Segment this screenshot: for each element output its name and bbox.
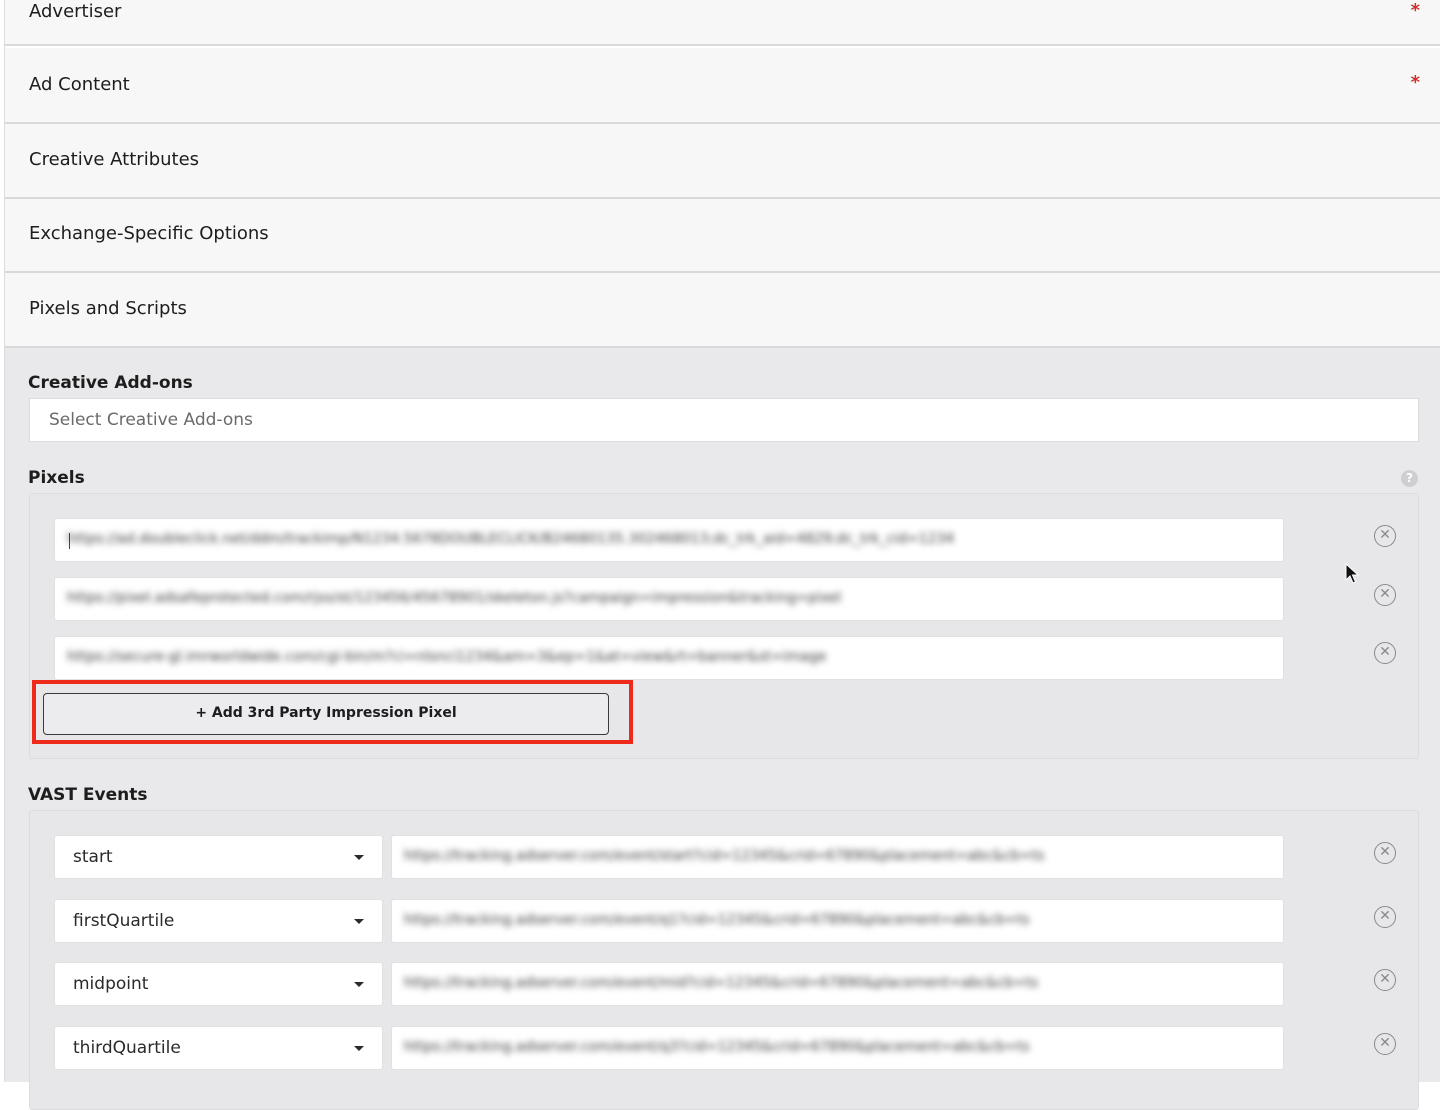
caret-down-icon <box>354 982 364 987</box>
vast-event-value: midpoint <box>73 974 149 994</box>
creative-addons-placeholder: Select Creative Add-ons <box>49 410 253 430</box>
pixel-url-input[interactable]: https://secure-gl.imrworldwide.com/cgi-b… <box>54 636 1284 680</box>
vast-event-select[interactable]: thirdQuartile <box>54 1026 383 1070</box>
accordion-label: Pixels and Scripts <box>29 298 187 319</box>
x-circle-icon[interactable]: ✕ <box>1374 842 1396 864</box>
vast-event-url-value: https://tracking.adserver.com/event/mid?… <box>404 975 1039 991</box>
pixel-url-value: https://pixel.adsafeprotected.com/rjss/s… <box>67 590 842 606</box>
x-circle-icon[interactable]: ✕ <box>1374 525 1396 547</box>
mouse-pointer-icon <box>1345 563 1360 584</box>
vast-event-url-value: https://tracking.adserver.com/event/star… <box>404 848 1045 864</box>
accordion-ad-content[interactable]: Ad Content * <box>5 48 1440 124</box>
pixel-url-input[interactable]: https://pixel.adsafeprotected.com/rjss/s… <box>54 577 1284 621</box>
vast-event-select[interactable]: start <box>54 835 383 879</box>
pixels-title: Pixels <box>28 468 85 488</box>
creative-addons-title: Creative Add-ons <box>28 373 193 393</box>
required-mark: * <box>1410 0 1420 21</box>
vast-event-value: start <box>73 847 113 867</box>
accordion-creative-attributes[interactable]: Creative Attributes <box>5 124 1440 199</box>
caret-down-icon <box>354 919 364 924</box>
vast-event-value: thirdQuartile <box>73 1038 181 1058</box>
vast-events-title: VAST Events <box>28 785 148 805</box>
accordion-pixels-scripts[interactable]: Pixels and Scripts <box>5 273 1440 348</box>
vast-event-url-input[interactable]: https://tracking.adserver.com/event/star… <box>391 835 1284 879</box>
x-circle-icon[interactable]: ✕ <box>1374 1033 1396 1055</box>
vast-events-box: start https://tracking.adserver.com/even… <box>29 810 1419 1110</box>
help-icon[interactable]: ? <box>1401 470 1418 487</box>
vast-event-select[interactable]: midpoint <box>54 962 383 1006</box>
vast-event-url-input[interactable]: https://tracking.adserver.com/event/mid?… <box>391 962 1284 1006</box>
caret-down-icon <box>354 1046 364 1051</box>
pixel-url-value: https://ad.doubleclick.net/ddm/trackimp/… <box>67 531 955 547</box>
accordion-label: Ad Content <box>29 74 130 95</box>
vast-event-url-value: https://tracking.adserver.com/event/q3?c… <box>404 1039 1030 1055</box>
pixels-scripts-panel: Creative Add-ons Select Creative Add-ons… <box>5 348 1440 1110</box>
accordion-exchange-options[interactable]: Exchange-Specific Options <box>5 199 1440 273</box>
vast-event-value: firstQuartile <box>73 911 175 931</box>
add-impression-pixel-button[interactable]: + Add 3rd Party Impression Pixel <box>43 693 609 735</box>
vast-event-url-input[interactable]: https://tracking.adserver.com/event/q3?c… <box>391 1026 1284 1070</box>
caret-down-icon <box>354 855 364 860</box>
pixel-url-value: https://secure-gl.imrworldwide.com/cgi-b… <box>67 649 827 665</box>
x-circle-icon[interactable]: ✕ <box>1374 584 1396 606</box>
accordion-label: Creative Attributes <box>29 149 200 170</box>
vast-event-select[interactable]: firstQuartile <box>54 899 383 943</box>
accordion-label: Exchange-Specific Options <box>29 223 269 244</box>
vast-event-url-value: https://tracking.adserver.com/event/q1?c… <box>404 912 1030 928</box>
accordion-advertiser[interactable]: Advertiser * <box>5 0 1440 46</box>
x-circle-icon[interactable]: ✕ <box>1374 969 1396 991</box>
x-circle-icon[interactable]: ✕ <box>1374 642 1396 664</box>
x-circle-icon[interactable]: ✕ <box>1374 906 1396 928</box>
pixels-box: https://ad.doubleclick.net/ddm/trackimp/… <box>29 493 1419 759</box>
vast-event-url-input[interactable]: https://tracking.adserver.com/event/q1?c… <box>391 899 1284 943</box>
creative-form: Advertiser * Ad Content * Creative Attri… <box>4 0 1440 1110</box>
pixel-url-input[interactable]: https://ad.doubleclick.net/ddm/trackimp/… <box>54 518 1284 562</box>
creative-addons-select[interactable]: Select Creative Add-ons <box>29 398 1419 442</box>
required-mark: * <box>1410 72 1420 93</box>
accordion-label: Advertiser <box>29 1 122 22</box>
